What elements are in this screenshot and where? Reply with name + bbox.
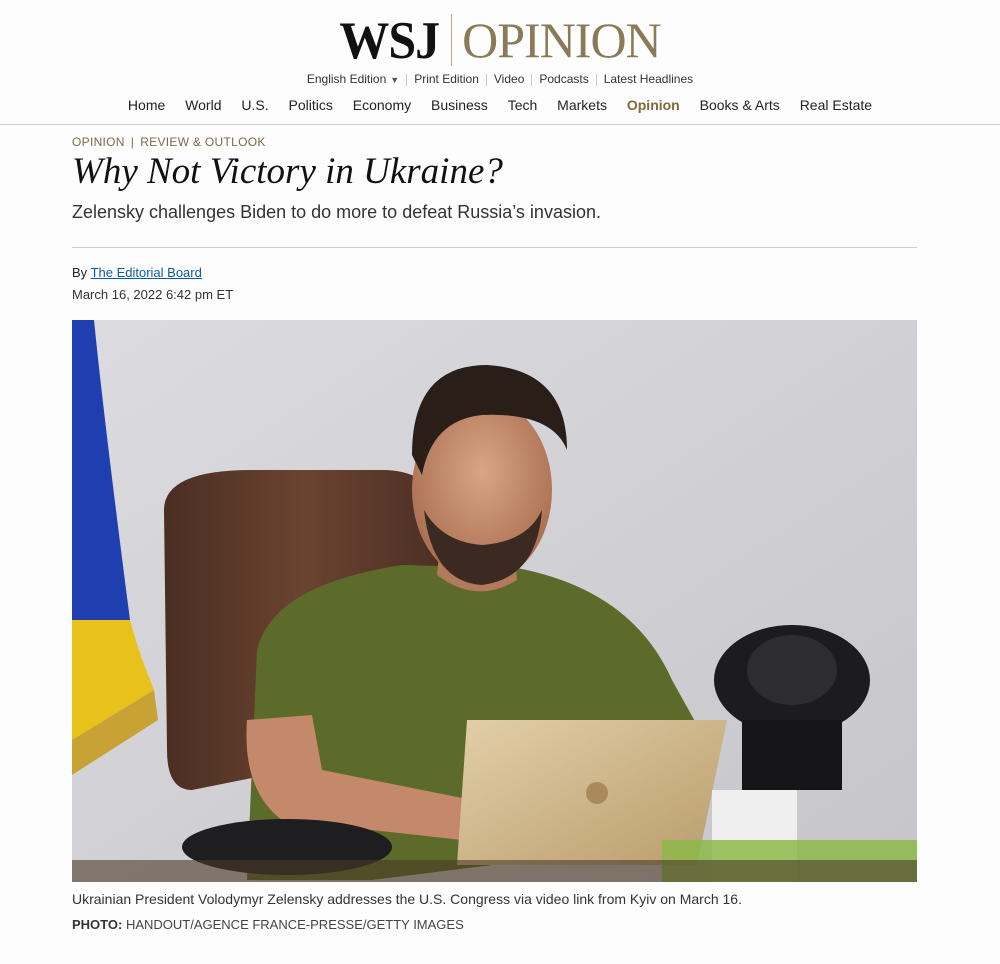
credit-label: PHOTO: bbox=[72, 917, 123, 932]
logo-wsj: WSJ bbox=[339, 10, 440, 70]
byline-prefix: By bbox=[72, 265, 88, 280]
logo-section: OPINION bbox=[462, 12, 662, 68]
credit-text: HANDOUT/AGENCE FRANCE-PRESSE/GETTY IMAGE… bbox=[125, 917, 464, 932]
nav-politics[interactable]: Politics bbox=[281, 97, 341, 113]
nav-economy[interactable]: Economy bbox=[345, 97, 419, 113]
main-nav: Home World U.S. Politics Economy Busines… bbox=[0, 97, 1000, 113]
edition-selector[interactable]: English Edition ▼ bbox=[300, 72, 406, 86]
nav-books-arts[interactable]: Books & Arts bbox=[692, 97, 788, 113]
header-divider bbox=[72, 247, 917, 248]
print-edition-link[interactable]: Print Edition bbox=[407, 72, 486, 86]
wsj-opinion-logo[interactable]: WSJ OPINION bbox=[339, 10, 662, 70]
nav-tech[interactable]: Tech bbox=[500, 97, 546, 113]
nav-business[interactable]: Business bbox=[423, 97, 496, 113]
nav-divider bbox=[0, 124, 1000, 125]
latest-headlines-link[interactable]: Latest Headlines bbox=[597, 72, 700, 86]
timestamp: March 16, 2022 6:42 pm ET bbox=[72, 287, 234, 302]
caret-down-icon: ▼ bbox=[390, 75, 400, 85]
nav-real-estate[interactable]: Real Estate bbox=[792, 97, 880, 113]
author-link[interactable]: The Editorial Board bbox=[91, 265, 202, 280]
headline: Why Not Victory in Ukraine? bbox=[72, 151, 503, 192]
photo-caption: Ukrainian President Volodymyr Zelensky a… bbox=[72, 891, 742, 907]
dek: Zelensky challenges Biden to do more to … bbox=[72, 202, 601, 222]
nav-us[interactable]: U.S. bbox=[233, 97, 276, 113]
nav-markets[interactable]: Markets bbox=[549, 97, 615, 113]
photo-credit: PHOTO: HANDOUT/AGENCE FRANCE-PRESSE/GETT… bbox=[72, 917, 464, 932]
photo-illustration bbox=[72, 320, 917, 882]
flashline: OPINION | REVIEW & OUTLOOK bbox=[72, 135, 266, 149]
nav-home[interactable]: Home bbox=[120, 97, 173, 113]
byline: By The Editorial Board bbox=[72, 265, 202, 280]
logo-divider bbox=[451, 14, 453, 66]
flashline-subsection[interactable]: REVIEW & OUTLOOK bbox=[140, 135, 266, 149]
podcasts-link[interactable]: Podcasts bbox=[532, 72, 595, 86]
video-link[interactable]: Video bbox=[487, 72, 531, 86]
article-photo[interactable] bbox=[72, 320, 917, 882]
nav-opinion[interactable]: Opinion bbox=[619, 97, 688, 113]
masthead: WSJ OPINION bbox=[0, 12, 1000, 68]
edition-subnav: English Edition ▼ Print Edition Video Podcas… bbox=[0, 72, 1000, 86]
nav-world[interactable]: World bbox=[177, 97, 229, 113]
flashline-separator: | bbox=[130, 135, 135, 149]
edition-label: English Edition bbox=[306, 72, 387, 86]
flashline-section[interactable]: OPINION bbox=[72, 135, 125, 149]
